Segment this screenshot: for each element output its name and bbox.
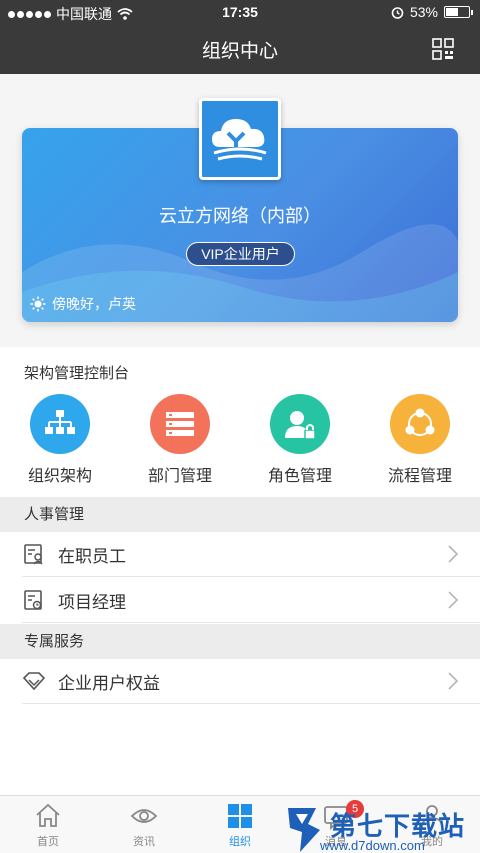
- top-bar: 中国联通 17:35 53% 组织中心: [0, 0, 480, 74]
- alarm-icon: [391, 6, 404, 19]
- func-label: 流程管理: [387, 468, 452, 485]
- status-bar: 中国联通 17:35 53%: [0, 0, 480, 26]
- home-icon: [36, 803, 60, 827]
- company-name: 云立方网络（内部）: [159, 206, 321, 226]
- tab-news[interactable]: 资讯: [96, 802, 192, 849]
- cloud-logo-icon: [212, 119, 267, 161]
- flow-icon: [390, 394, 450, 454]
- hr-section-title: 人事管理: [0, 497, 480, 532]
- org-banner: 云立方网络（内部） VIP企业用户 傍晚好，卢英: [0, 74, 480, 347]
- func-label: 组织架构: [27, 468, 92, 485]
- chevron-right-icon: [448, 545, 459, 563]
- greeting: 傍晚好，卢英: [30, 294, 136, 314]
- list-item-enterprise-benefits[interactable]: 企业用户权益: [22, 659, 480, 704]
- chevron-right-icon: [448, 672, 459, 690]
- battery-percent: 53%: [409, 4, 438, 20]
- watermark-url: www.d7down.com: [320, 838, 425, 853]
- user-lock-icon: [270, 394, 330, 454]
- tab-home[interactable]: 首页: [0, 802, 96, 849]
- battery-level: [446, 8, 458, 16]
- employee-card-icon: [24, 544, 43, 565]
- func-label: 角色管理: [267, 468, 332, 485]
- sun-icon: [30, 296, 46, 312]
- vip-badge: VIP企业用户: [186, 242, 295, 266]
- list-item-label: 在职员工: [58, 546, 126, 566]
- page-title: 组织中心: [201, 41, 278, 62]
- department-button[interactable]: 部门管理: [130, 394, 230, 486]
- manager-card-icon: [24, 590, 42, 610]
- grid-icon: [228, 804, 252, 828]
- company-logo: [199, 98, 281, 180]
- qr-code-icon[interactable]: [432, 38, 454, 60]
- process-button[interactable]: 流程管理: [370, 394, 470, 486]
- tab-organization[interactable]: 组织: [192, 802, 288, 849]
- func-label: 部门管理: [147, 468, 212, 485]
- chevron-right-icon: [448, 591, 459, 609]
- battery-icon: [444, 6, 473, 18]
- eye-icon: [130, 809, 158, 823]
- role-button[interactable]: 角色管理: [250, 394, 350, 486]
- list-item-employees[interactable]: 在职员工: [22, 532, 480, 577]
- exclusive-section-title: 专属服务: [0, 624, 480, 659]
- list-item-project-managers[interactable]: 项目经理: [22, 578, 480, 623]
- tab-label: 组织: [229, 836, 251, 848]
- list-item-label: 企业用户权益: [58, 673, 160, 693]
- greeting-text: 傍晚好，卢英: [52, 296, 136, 312]
- console-title: 架构管理控制台: [24, 365, 130, 382]
- tab-label: 首页: [37, 836, 59, 848]
- tab-label: 资讯: [133, 836, 155, 848]
- list-item-label: 项目经理: [58, 592, 126, 612]
- org-structure-button[interactable]: 组织架构: [10, 394, 110, 486]
- org-chart-icon: [30, 394, 90, 454]
- list-icon: [150, 394, 210, 454]
- diamond-icon: [22, 672, 46, 691]
